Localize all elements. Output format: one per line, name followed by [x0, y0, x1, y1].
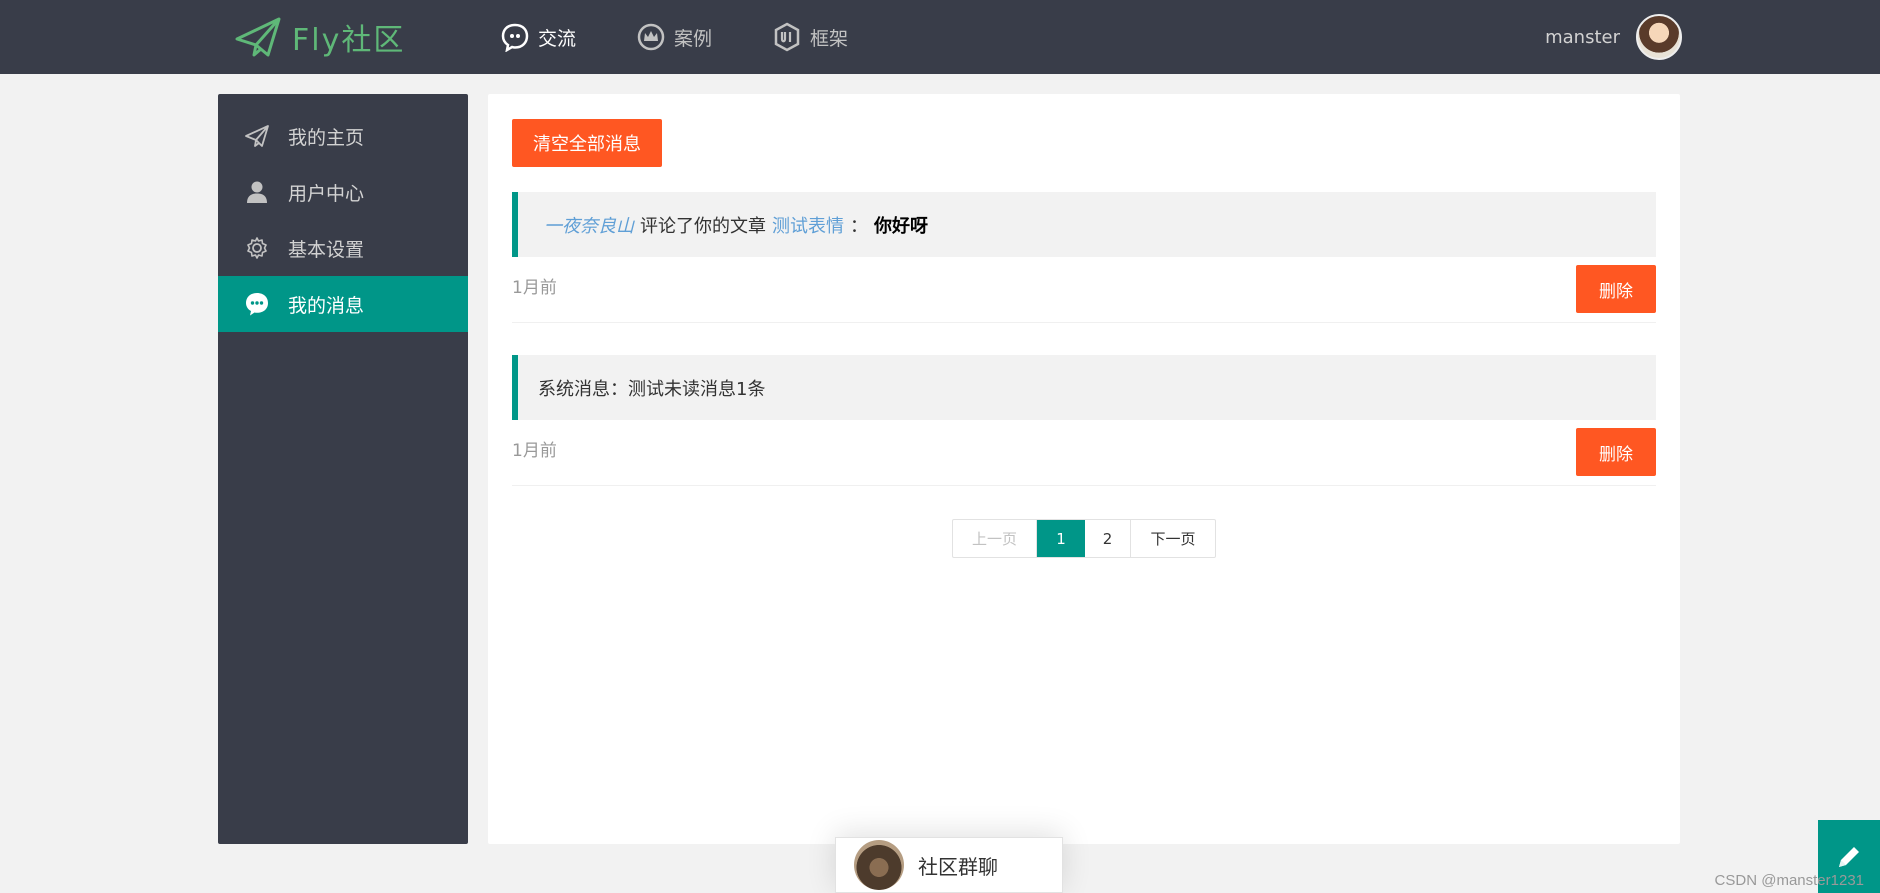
message-action-text: 评论了你的文章: [640, 215, 766, 237]
sidebar-item-user-center[interactable]: 用户中心: [218, 164, 468, 220]
pager-page-current[interactable]: 1: [1037, 520, 1085, 557]
gear-icon: [244, 235, 270, 261]
crown-icon: [636, 22, 666, 52]
sidebar-item-home[interactable]: 我的主页: [218, 108, 468, 164]
delete-message-button[interactable]: 删除: [1576, 428, 1656, 476]
nav-label: 交流: [538, 27, 577, 50]
message-meta: 1月前 删除: [512, 420, 1656, 486]
system-message-text: 系统消息：测试未读消息1条: [538, 378, 766, 400]
user-icon: [244, 179, 270, 205]
pager-next-button[interactable]: 下一页: [1131, 520, 1215, 557]
message-icon: [244, 291, 270, 317]
paper-plane-logo-icon: [235, 17, 281, 57]
sidebar-item-messages[interactable]: 我的消息: [218, 276, 468, 332]
message-item: 系统消息：测试未读消息1条 1月前 删除: [512, 355, 1656, 486]
nav-item-communication[interactable]: 交流: [500, 22, 576, 52]
delete-message-button[interactable]: 删除: [1576, 265, 1656, 313]
message-meta: 1月前 删除: [512, 257, 1656, 323]
message-separator: ：: [850, 215, 868, 237]
nav-label: 案例: [674, 27, 713, 50]
sidebar-item-label: 我的主页: [288, 126, 365, 149]
message-post-link[interactable]: 测试表情: [772, 212, 844, 238]
main-nav: 交流 案例 框架: [500, 0, 908, 74]
pagination: 上一页 1 2 下一页: [952, 519, 1216, 558]
sidebar-item-label: 用户中心: [288, 182, 365, 205]
message-item: 一夜奈良山 评论了你的文章 测试表情 ： 你好呀 1月前 删除: [512, 192, 1656, 323]
message-user-link[interactable]: 一夜奈良山: [544, 212, 634, 238]
message-time: 1月前: [512, 441, 557, 461]
sidebar-item-settings[interactable]: 基本设置: [218, 220, 468, 276]
chat-bubble-icon: [500, 22, 530, 52]
sidebar-item-label: 基本设置: [288, 238, 365, 261]
pencil-icon: [1839, 846, 1859, 867]
watermark: CSDN @manster1231: [1714, 872, 1864, 889]
username[interactable]: manster: [1545, 27, 1620, 48]
chat-label: 社区群聊: [918, 854, 998, 879]
avatar[interactable]: [1636, 14, 1682, 60]
clear-all-messages-button[interactable]: 清空全部消息: [512, 119, 662, 167]
nav-item-cases[interactable]: 案例: [636, 22, 712, 52]
message-content: 系统消息：测试未读消息1条: [512, 355, 1656, 420]
paper-plane-icon: [244, 123, 270, 149]
ui-badge-icon: [772, 22, 802, 52]
logo-text: Fly社区: [292, 23, 406, 58]
nav-label: 框架: [810, 27, 849, 50]
pager-page-2[interactable]: 2: [1085, 520, 1131, 557]
nav-item-framework[interactable]: 框架: [772, 22, 848, 52]
community-chat-widget[interactable]: 社区群聊: [835, 837, 1063, 893]
sidebar-item-label: 我的消息: [288, 294, 365, 317]
top-header: Fly社区 交流 案例 框架 manster: [0, 0, 1880, 74]
messages-panel: 清空全部消息 一夜奈良山 评论了你的文章 测试表情 ： 你好呀 1月前 删除 系…: [488, 94, 1680, 844]
message-content: 一夜奈良山 评论了你的文章 测试表情 ： 你好呀: [512, 192, 1656, 257]
user-menu[interactable]: manster: [1545, 13, 1682, 61]
site-logo[interactable]: Fly社区: [234, 12, 405, 62]
chat-group-avatar: [854, 840, 904, 890]
user-sidebar: 我的主页 用户中心 基本设置 我的消息: [218, 94, 468, 844]
message-time: 1月前: [512, 278, 557, 298]
pager-prev-button[interactable]: 上一页: [953, 520, 1037, 557]
message-comment-text: 你好呀: [874, 215, 928, 237]
